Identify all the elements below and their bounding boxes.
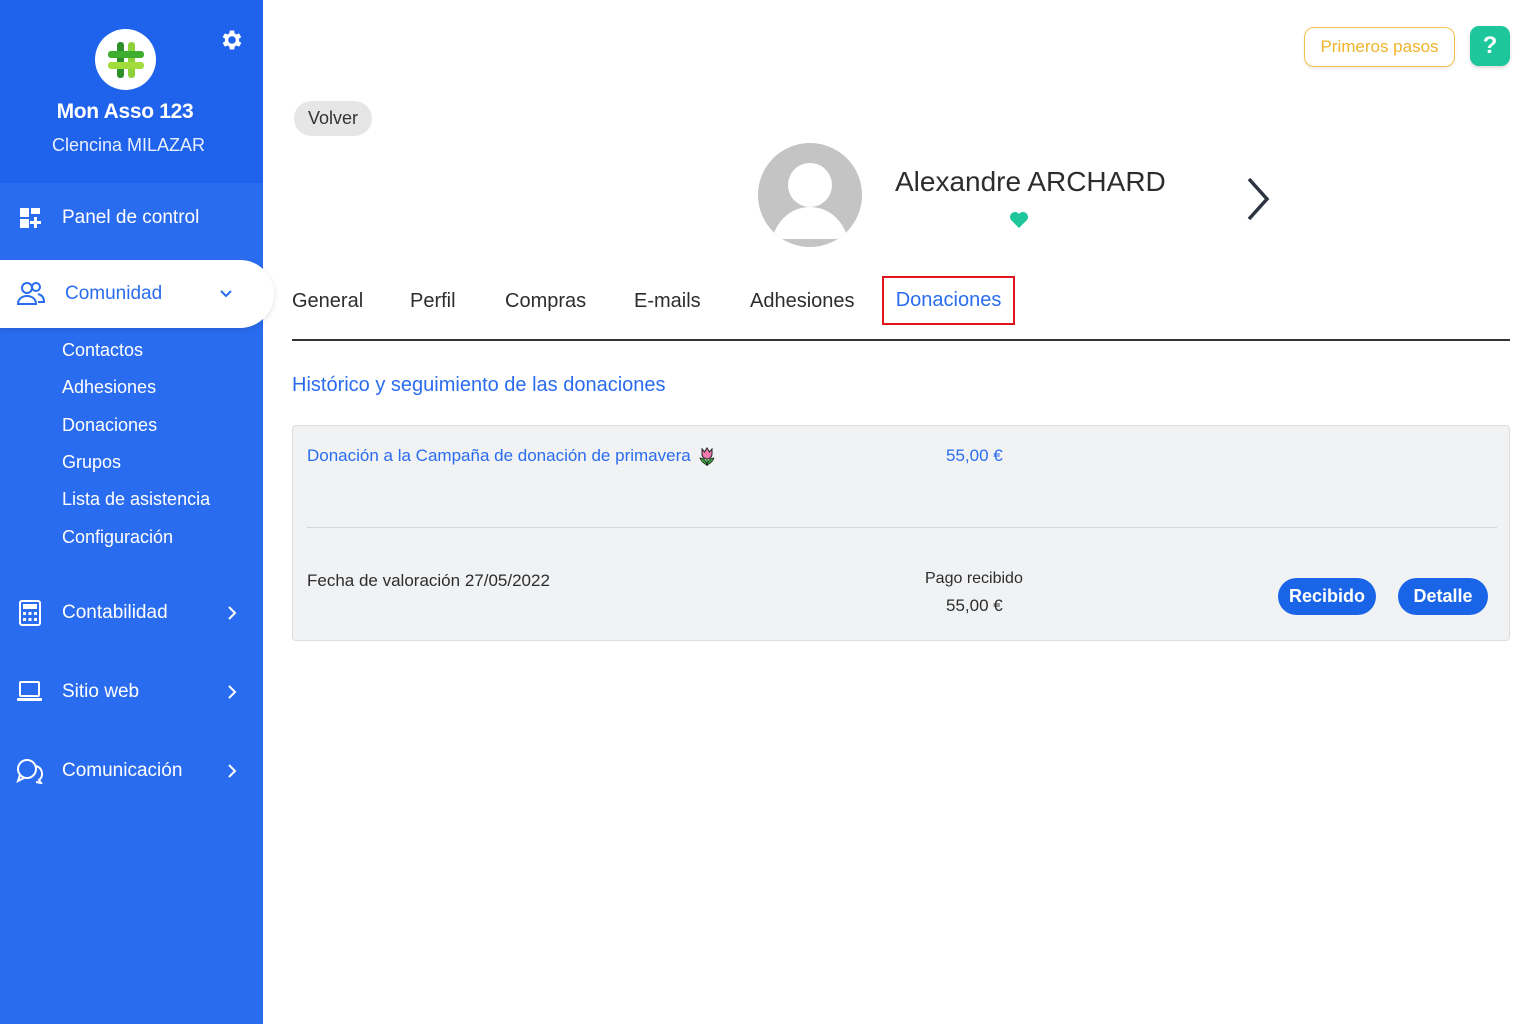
community-icon: [16, 280, 46, 307]
submenu-contactos[interactable]: Contactos: [62, 340, 143, 361]
chat-icon: [16, 758, 43, 785]
org-user: Clencina MILAZAR: [51, 135, 206, 155]
nav-comunidad[interactable]: Comunidad: [0, 260, 274, 328]
tab-adhesiones[interactable]: Adhesiones: [750, 290, 855, 313]
back-button[interactable]: Volver: [294, 101, 372, 136]
divider: [307, 527, 1497, 528]
donation-amount: 55,00 €: [946, 446, 1003, 465]
org-logo[interactable]: [95, 29, 156, 90]
calculator-icon: [16, 600, 43, 627]
org-name: Mon Asso 123: [56, 100, 194, 123]
nav-label: Panel de control: [62, 207, 200, 228]
payment-amount: 55,00 €: [946, 596, 1003, 615]
tab-donaciones[interactable]: Donaciones: [882, 276, 1015, 325]
recibido-button[interactable]: Recibido: [1278, 578, 1376, 615]
help-button[interactable]: ?: [1470, 26, 1510, 66]
contact-name: Alexandre ARCHARD: [895, 166, 1166, 197]
laptop-icon: [16, 679, 43, 706]
settings-gear-icon[interactable]: [219, 27, 245, 53]
chevron-down-icon: [218, 286, 234, 302]
donation-card: Donación a la Campaña de donación de pri…: [292, 425, 1510, 641]
nav-sitio-web[interactable]: Sitio web: [0, 664, 263, 720]
contact-tabs: General Perfil Compras E-mails Adhesione…: [292, 276, 1510, 341]
primeros-pasos-button[interactable]: Primeros pasos: [1304, 27, 1455, 67]
section-title: Histórico y seguimiento de las donacione…: [292, 374, 666, 396]
avatar-placeholder-icon: [758, 143, 862, 247]
submenu-lista-de-asistencia[interactable]: Lista de asistencia: [62, 489, 210, 510]
tab-emails[interactable]: E-mails: [634, 290, 701, 313]
nav-label: Sitio web: [62, 681, 140, 702]
next-contact-arrow[interactable]: [1244, 176, 1272, 222]
nav-panel-de-control[interactable]: Panel de control: [0, 190, 263, 246]
sidebar: Mon Asso 123 Clencina MILAZAR Panel de c…: [0, 0, 274, 1024]
nav-label: Comunicación: [62, 760, 183, 781]
payment-status: Pago recibido: [925, 570, 1023, 587]
detalle-button[interactable]: Detalle: [1398, 578, 1488, 615]
tulip-icon: [697, 446, 717, 468]
tab-compras[interactable]: Compras: [505, 290, 586, 313]
nav-contabilidad[interactable]: Contabilidad: [0, 585, 263, 641]
tab-general[interactable]: General: [292, 290, 363, 313]
nav-label: Contabilidad: [62, 602, 168, 623]
nav-label: Comunidad: [65, 283, 163, 304]
submenu-configuracion[interactable]: Configuración: [62, 527, 173, 548]
submenu-donaciones[interactable]: Donaciones: [62, 415, 157, 436]
value-date: Fecha de valoración 27/05/2022: [307, 571, 550, 590]
tab-perfil[interactable]: Perfil: [410, 290, 456, 313]
donation-title-link[interactable]: Donación a la Campaña de donación de pri…: [307, 446, 691, 466]
heart-icon: [1009, 211, 1029, 229]
avatar: [758, 143, 862, 247]
chevron-right-icon: [224, 684, 240, 700]
nav-comunicacion[interactable]: Comunicación: [0, 743, 263, 799]
dashboard-icon: [16, 205, 43, 232]
chevron-right-icon: [224, 763, 240, 779]
chevron-right-icon: [1247, 177, 1270, 221]
submenu-adhesiones[interactable]: Adhesiones: [62, 377, 156, 398]
submenu-grupos[interactable]: Grupos: [62, 452, 121, 473]
hash-logo-icon: [107, 41, 144, 78]
sidebar-header: Mon Asso 123 Clencina MILAZAR: [0, 0, 263, 183]
chevron-right-icon: [224, 605, 240, 621]
